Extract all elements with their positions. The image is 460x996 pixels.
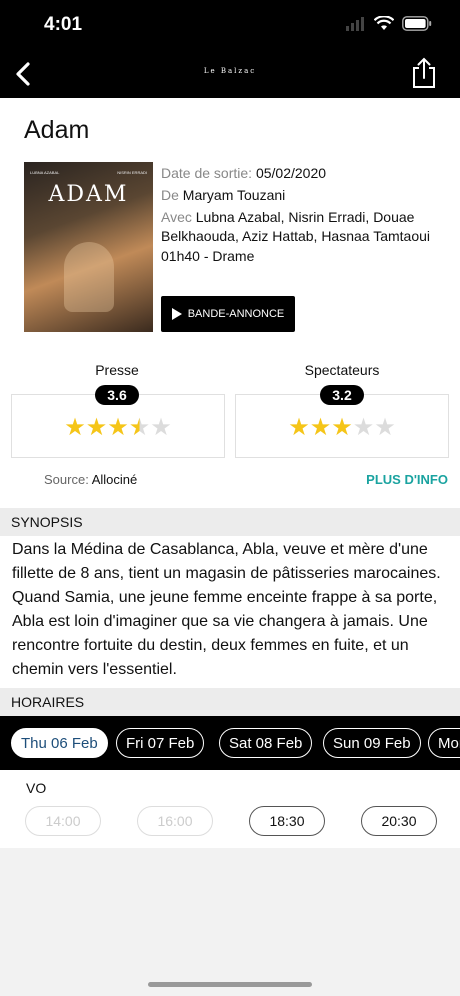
audience-rating-label: Spectateurs [304,362,380,378]
showtime-button[interactable]: 14:00 [25,806,101,836]
star-icon: ★ [288,414,310,441]
star-empty-icon: ★ [352,414,375,441]
star-empty-icon: ★ [150,414,172,441]
star-icon: ★ [107,414,129,441]
play-icon [171,308,182,320]
synopsis-heading: SYNOPSIS [0,508,460,536]
share-icon[interactable] [410,56,438,90]
star-icon: ★ [64,414,86,441]
date-tab[interactable]: Sun 09 Feb [323,728,421,758]
press-stars: ★★★★★ [12,413,224,442]
movie-title: Adam [24,116,90,144]
date-tab-active[interactable]: Thu 06 Feb [11,728,108,758]
signal-icon [346,16,364,31]
rating-source: Source: Allociné [44,472,138,487]
poster-title: ADAM [48,182,129,207]
press-rating-label: Presse [95,362,139,378]
director: De Maryam Touzani [161,187,286,203]
date-tab[interactable]: Fri 07 Feb [116,728,205,758]
audience-stars: ★★★★★ [236,413,448,442]
more-info-link[interactable]: PLUS D'INFO [366,472,448,487]
audience-rating-value: 3.2 [320,385,364,405]
cast: Avec Lubna Azabal, Nisrin Erradi, Douae … [161,209,431,244]
version-label: VO [26,780,47,796]
press-rating-value: 3.6 [95,385,139,405]
wifi-icon [374,16,394,30]
showtime-button[interactable]: 18:30 [249,806,325,836]
status-bar: 4:01 [0,0,460,50]
date-tab[interactable]: Mon 10 Feb [428,728,460,758]
date-tab[interactable]: Sat 08 Feb [219,728,313,758]
battery-icon [402,16,432,31]
cinema-logo: Le Balzac [203,67,257,75]
status-icons [346,16,432,31]
home-indicator[interactable] [148,982,312,987]
showtime-button[interactable]: 20:30 [361,806,437,836]
star-icon: ★ [85,414,108,441]
status-time: 4:01 [44,14,83,35]
showtimes-heading: HORAIRES [0,688,460,716]
star-empty-icon: ★ [374,414,396,441]
showtime-button[interactable]: 16:00 [137,806,213,836]
trailer-button[interactable]: BANDE-ANNONCE [161,296,295,332]
duration-genre: 01h40 - Drame [161,248,255,264]
star-half-icon: ★ [128,414,151,441]
movie-poster: LUBNA AZABAL NISRIN ERRADI ADAM [24,162,153,332]
star-icon: ★ [309,414,332,441]
synopsis-text: Dans la Médina de Casablanca, Abla, veuv… [12,541,441,678]
date-selector: Thu 06 Feb Fri 07 Feb Sat 08 Feb Sun 09 … [0,716,460,770]
movie-detail: Adam LUBNA AZABAL NISRIN ERRADI ADAM Dat… [0,98,460,848]
star-icon: ★ [331,414,353,441]
release-date: Date de sortie: 05/02/2020 [161,165,327,181]
movie-info: Date de sortie: 05/02/2020 De Maryam Tou… [161,164,451,266]
poster-actors: LUBNA AZABAL NISRIN ERRADI [30,170,147,175]
nav-bar: Le Balzac [0,50,460,98]
